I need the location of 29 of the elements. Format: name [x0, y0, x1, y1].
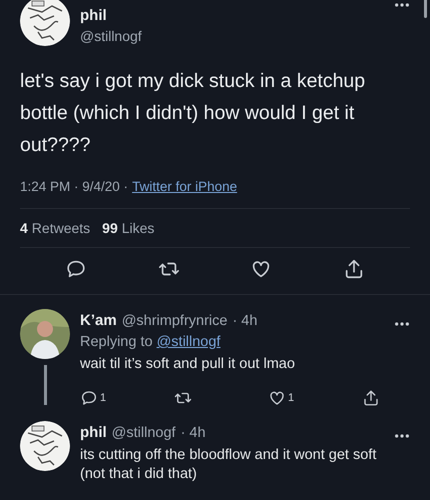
- reply-author-handle: @stillnogf: [112, 425, 176, 441]
- timestamp: 1:24 PM · 9/4/20 ·: [20, 179, 128, 194]
- reply-time: · 4h: [180, 425, 206, 441]
- stat-count: 99: [102, 220, 118, 236]
- tweet-text: let's say i got my dick stuck in a ketchup bottle (which I didn't) how would I get it out????: [20, 69, 366, 158]
- author-name: phil: [80, 7, 108, 24]
- speech-bubble-icon[interactable]: [65, 258, 88, 280]
- more-icon: [394, 320, 410, 326]
- source-link[interactable]: Twitter for iPhone: [132, 179, 238, 194]
- reply-author-name: K’am: [80, 312, 117, 329]
- reply-time: · 4h: [232, 313, 258, 329]
- heart-icon[interactable]: [268, 389, 286, 407]
- mention-link[interactable]: @stillnogf: [156, 334, 220, 350]
- reply-text: its cutting off the bloodflow and it wont get soft (not that i did that): [80, 446, 378, 484]
- share-icon[interactable]: [362, 389, 380, 407]
- action-count: 1: [100, 392, 106, 404]
- scrollbar: [424, 0, 427, 18]
- action-count: 1: [288, 392, 294, 404]
- reply-author-name: phil: [80, 424, 107, 441]
- author-handle: @stillnogf: [80, 28, 143, 44]
- stat-label: Retweets: [32, 220, 90, 236]
- stat-label: Likes: [122, 220, 154, 236]
- more-icon: [394, 2, 410, 8]
- stat-count: 4: [20, 220, 28, 236]
- speech-bubble-icon[interactable]: [80, 389, 98, 407]
- more-icon: [394, 432, 410, 438]
- reply-text: wait til it’s soft and pull it out lmao: [80, 355, 296, 374]
- reply-author-handle: @shrimpfrynrice: [122, 313, 228, 329]
- replying-to: Replying to @stillnogf: [80, 334, 222, 350]
